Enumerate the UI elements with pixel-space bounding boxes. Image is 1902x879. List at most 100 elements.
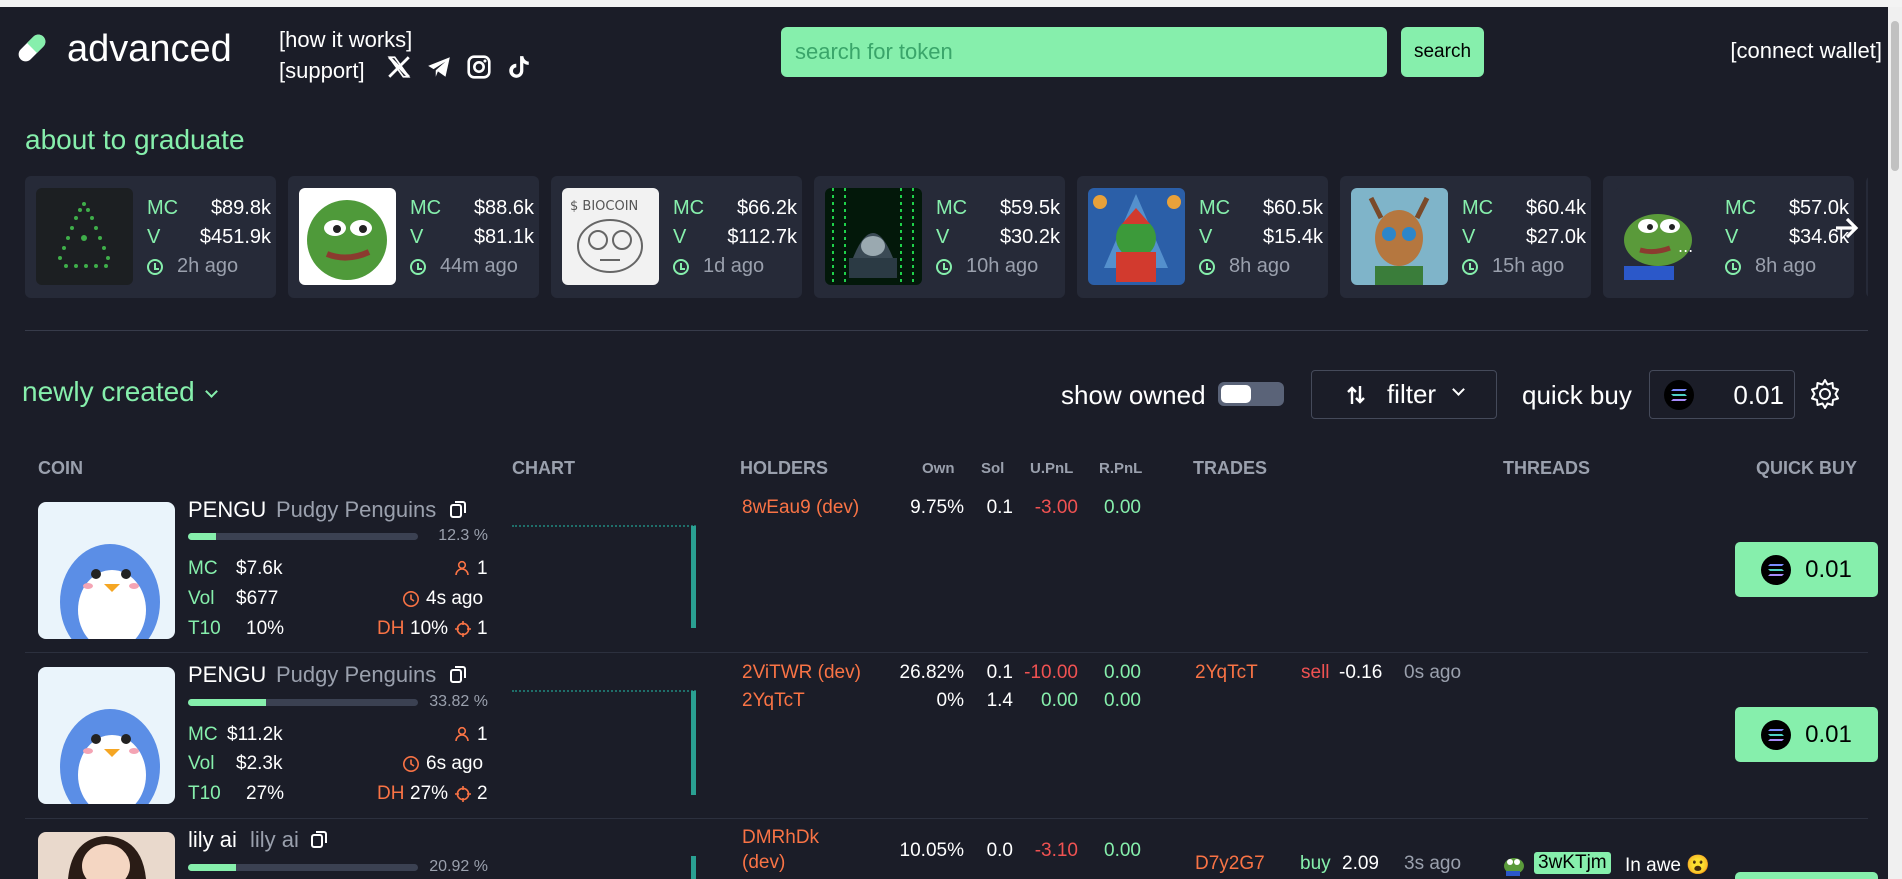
mc-label: MC (1462, 197, 1494, 219)
brand-title[interactable]: advanced (67, 28, 232, 71)
row-divider (25, 652, 1868, 653)
clock-icon (1725, 258, 1741, 275)
newly-created-dropdown[interactable]: newly created (22, 376, 218, 408)
svg-text:...: ... (1678, 237, 1693, 256)
chevron-down-icon (204, 385, 218, 398)
sort-arrows-icon (1347, 385, 1365, 404)
filter-label: filter (1386, 379, 1437, 409)
bonding-progress-fill (188, 533, 217, 540)
graduate-card[interactable]: $ BIOCOIN MC $66.2k V $112.7k 1d ago (551, 176, 802, 298)
copy-icon[interactable] (450, 501, 466, 519)
show-owned-label: show owned (1061, 380, 1206, 410)
clock-icon (673, 258, 689, 275)
clock-icon (936, 258, 952, 275)
how-it-works-link[interactable]: [how it works] (279, 24, 412, 55)
scrollbar-thumb[interactable] (1891, 21, 1899, 171)
column-threads[interactable]: THREADS (1503, 458, 1590, 479)
token-ticker[interactable]: PENGU (188, 497, 266, 523)
holder-own: 9.75% (910, 497, 964, 518)
holder-address[interactable]: 8wEau9 (dev) (742, 497, 859, 519)
graduate-card[interactable]: ... MC $57.0k V $34.6k 8h ago (1603, 176, 1854, 298)
column-holders[interactable]: HOLDERS (740, 458, 828, 479)
holder-address[interactable]: 2ViTWR (dev) (742, 662, 861, 684)
trade-age: 0s ago (1404, 662, 1462, 683)
column-upnl[interactable]: U.PnL (1030, 460, 1073, 477)
show-owned-toggle[interactable] (1218, 382, 1284, 406)
column-sol[interactable]: Sol (981, 460, 1004, 477)
telegram-icon[interactable] (426, 54, 452, 80)
copy-icon[interactable] (311, 831, 327, 849)
holder-own: 26.82% (899, 662, 964, 683)
column-chart[interactable]: CHART (512, 458, 575, 479)
holder-rpnl: 0.00 (1104, 497, 1141, 518)
token-name: Pudgy Penguins (276, 662, 437, 687)
column-own[interactable]: Own (922, 460, 955, 477)
holder-address[interactable]: 2YqTcT (742, 690, 805, 712)
thread-user-badge[interactable]: 3wKTjm (1534, 852, 1611, 874)
quick-buy-value: 0.01 (1733, 380, 1784, 410)
mc-label: MC (936, 197, 968, 219)
tiktok-icon[interactable] (506, 54, 532, 80)
volume-value: $81.1k (473, 226, 534, 248)
graduate-card[interactable]: MC $60.4k V $27.0k 15h ago (1340, 176, 1591, 298)
column-rpnl[interactable]: R.PnL (1099, 460, 1142, 477)
quick-buy-button[interactable] (1735, 872, 1878, 879)
clock-icon (403, 591, 419, 607)
trade-amount: 2.09 (1342, 853, 1379, 874)
trade-address[interactable]: D7y2G7 (1195, 853, 1265, 875)
arrow-right-icon[interactable] (1833, 215, 1859, 249)
quick-buy-button[interactable]: 0.01 (1735, 542, 1878, 597)
holder-rpnl: 0.00 (1104, 662, 1141, 683)
filter-button[interactable]: filter (1311, 370, 1497, 419)
token-image (825, 188, 922, 285)
holder-upnl: -3.00 (1034, 497, 1078, 518)
svg-text:$ BIOCOIN: $ BIOCOIN (570, 199, 638, 214)
page-scrollbar[interactable] (1888, 7, 1902, 879)
trade-address[interactable]: 2YqTcT (1195, 662, 1258, 684)
token-ticker[interactable]: PENGU (188, 662, 266, 688)
search-button[interactable]: search (1401, 27, 1484, 77)
quick-buy-amount-input[interactable]: 0.01 (1649, 370, 1795, 419)
graduate-card[interactable] (1866, 176, 1868, 298)
quick-buy-button[interactable]: 0.01 (1735, 707, 1878, 762)
bonding-progress-fill (188, 864, 237, 871)
solana-icon (1761, 719, 1792, 750)
mc-label: MC (673, 197, 705, 219)
instagram-icon[interactable] (466, 54, 492, 80)
holder-address[interactable]: DMRhDk (742, 827, 819, 849)
volume-value: $451.9k (199, 226, 271, 248)
token-name: lily ai (250, 827, 299, 852)
top10-label: T10 (188, 618, 221, 639)
graduate-card[interactable]: MC $59.5k V $30.2k 10h ago (814, 176, 1065, 298)
volume-label: V (1199, 226, 1213, 248)
volume-value: $30.2k (999, 226, 1060, 248)
column-coin[interactable]: COIN (38, 458, 83, 479)
chevron-down-icon (1452, 383, 1465, 396)
pill-logo-icon[interactable] (14, 30, 50, 66)
mc-value: $60.4k (1525, 197, 1586, 219)
chart-bar (691, 691, 696, 795)
quick-buy-amount: 0.01 (1805, 555, 1852, 583)
chart-bar (691, 856, 696, 879)
graduate-card[interactable]: MC $88.6k V $81.1k 44m ago (288, 176, 539, 298)
connect-wallet-button[interactable]: [connect wallet] (1730, 38, 1882, 64)
holder-upnl: -3.10 (1034, 840, 1078, 861)
token-image: $ BIOCOIN (562, 188, 659, 285)
mc-value: $59.5k (999, 197, 1060, 219)
gear-icon[interactable] (1808, 377, 1842, 411)
column-trades[interactable]: TRADES (1193, 458, 1267, 479)
age-value: 44m ago (440, 255, 518, 277)
clock-icon (410, 258, 426, 275)
bonding-progress-bar (188, 533, 418, 540)
x-icon[interactable] (386, 54, 412, 80)
search-input[interactable] (781, 27, 1387, 77)
holder-own: 0% (936, 690, 964, 711)
holder-address-suffix: (dev) (742, 852, 786, 873)
bonding-progress-bar (188, 864, 418, 871)
token-ticker[interactable]: lily ai (188, 827, 237, 853)
copy-icon[interactable] (450, 666, 466, 684)
graduate-card[interactable]: MC $60.5k V $15.4k 8h ago (1077, 176, 1328, 298)
graduate-card[interactable]: MC $89.8k V $451.9k 2h ago (25, 176, 276, 298)
column-quick-buy[interactable]: QUICK BUY (1756, 458, 1857, 479)
volume-value: $15.4k (1262, 226, 1323, 248)
